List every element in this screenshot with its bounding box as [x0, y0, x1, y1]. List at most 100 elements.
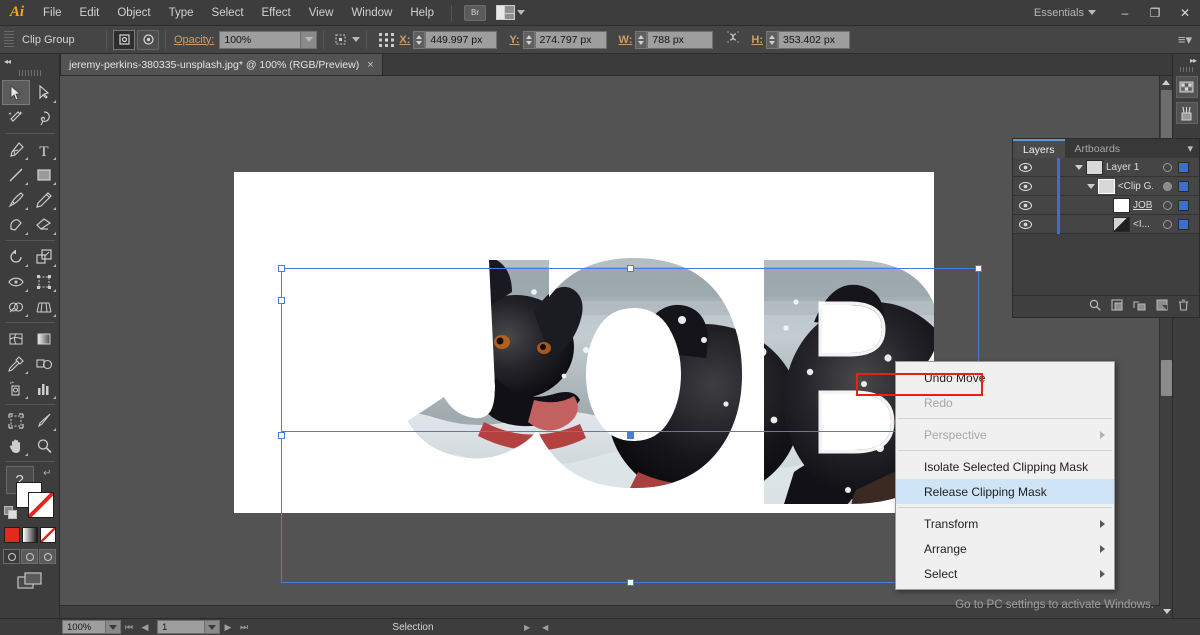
draw-normal-button[interactable]: [3, 549, 20, 564]
last-artboard-button[interactable]: ⏭: [236, 622, 252, 633]
zoom-level-input[interactable]: 100%: [62, 620, 106, 634]
rotate-tool[interactable]: [2, 244, 30, 269]
target-circle-icon[interactable]: [1163, 182, 1172, 191]
width-tool[interactable]: [2, 269, 30, 294]
column-graph-tool[interactable]: [30, 376, 58, 401]
status-text[interactable]: Selection: [308, 622, 518, 633]
blob-brush-tool[interactable]: [2, 212, 30, 237]
y-coordinate-input[interactable]: 274.797 px: [535, 31, 607, 49]
artboard[interactable]: [234, 172, 934, 513]
collapse-panel-icon[interactable]: ◂◂: [4, 57, 10, 66]
selection-handle-tr[interactable]: [975, 265, 982, 272]
new-sublayer-icon[interactable]: [1133, 299, 1146, 314]
target-circle-icon[interactable]: [1163, 201, 1172, 210]
panel-menu-icon[interactable]: ▾: [1181, 139, 1199, 158]
constrain-proportions-button[interactable]: [725, 29, 741, 50]
eraser-tool[interactable]: [30, 212, 58, 237]
free-transform-tool[interactable]: [30, 269, 58, 294]
blend-tool[interactable]: [30, 351, 58, 376]
clipped-artwork-job[interactable]: [234, 172, 934, 513]
layer-body[interactable]: JOB: [1060, 198, 1153, 213]
layer-row[interactable]: <Clip G...: [1013, 177, 1199, 196]
menu-effect[interactable]: Effect: [253, 0, 300, 26]
opacity-input[interactable]: 100%: [219, 31, 301, 49]
scroll-down-button[interactable]: [1160, 605, 1173, 618]
pen-tool[interactable]: [2, 137, 30, 162]
width-stepper[interactable]: [635, 31, 647, 49]
reference-point-selector[interactable]: [373, 30, 399, 50]
vertical-scroll-thumb[interactable]: [1161, 360, 1172, 396]
minimize-button[interactable]: –: [1110, 3, 1140, 23]
mesh-tool[interactable]: [2, 326, 30, 351]
workspace-switcher-label[interactable]: Essentials: [1034, 7, 1084, 19]
layer-body[interactable]: <I...: [1060, 217, 1153, 232]
brushes-panel-button[interactable]: [1176, 102, 1198, 124]
draw-behind-button[interactable]: [21, 549, 38, 564]
control-bar-grip[interactable]: [4, 31, 14, 49]
screen-mode-button[interactable]: [0, 572, 59, 590]
new-layer-icon[interactable]: [1156, 299, 1168, 314]
visibility-eye-icon[interactable]: [1013, 220, 1037, 229]
shape-builder-tool[interactable]: [2, 294, 30, 319]
hand-tool[interactable]: [2, 433, 30, 458]
menu-edit[interactable]: Edit: [71, 0, 109, 26]
artboard-tool[interactable]: [2, 408, 30, 433]
layer-body[interactable]: <Clip G...: [1060, 179, 1153, 194]
gradient-swatch-button[interactable]: [22, 527, 38, 543]
artboard-number-input[interactable]: 1: [157, 620, 205, 634]
menu-type[interactable]: Type: [160, 0, 203, 26]
target-circle-icon[interactable]: [1163, 220, 1172, 229]
perspective-grid-tool[interactable]: [30, 294, 58, 319]
visibility-eye-icon[interactable]: [1013, 163, 1037, 172]
layer-row[interactable]: <I...: [1013, 215, 1199, 234]
layer-body[interactable]: Layer 1: [1060, 160, 1153, 175]
menu-file[interactable]: File: [34, 0, 71, 26]
slice-tool[interactable]: [30, 408, 58, 433]
paintbrush-tool[interactable]: [2, 187, 30, 212]
layer-row[interactable]: Layer 1: [1013, 158, 1199, 177]
default-fill-stroke-icon[interactable]: [4, 506, 17, 519]
none-swatch-button[interactable]: [40, 527, 56, 543]
height-stepper[interactable]: [766, 31, 778, 49]
draw-inside-button[interactable]: [39, 549, 56, 564]
layer-name[interactable]: <I...: [1133, 219, 1150, 230]
target-circle-icon[interactable]: [1163, 163, 1172, 172]
swatches-panel-button[interactable]: [1176, 76, 1198, 98]
visibility-eye-icon[interactable]: [1013, 182, 1037, 191]
isolate-selected-object-button[interactable]: [113, 30, 135, 50]
scale-tool[interactable]: [30, 244, 58, 269]
direct-selection-tool[interactable]: [30, 80, 58, 105]
edit-clipping-path-button[interactable]: [137, 30, 159, 50]
control-bar-overflow-menu[interactable]: ≡▾: [1178, 32, 1192, 48]
bridge-button[interactable]: Br: [464, 5, 486, 21]
context-menu-item-transform[interactable]: Transform: [896, 511, 1114, 536]
zoom-tool[interactable]: [30, 433, 58, 458]
previous-artboard-button[interactable]: ◀: [137, 622, 153, 633]
context-menu[interactable]: Undo Move Redo Perspective Isolate Selec…: [895, 361, 1115, 590]
make-mask-icon[interactable]: [1111, 299, 1123, 314]
opacity-label[interactable]: Opacity:: [174, 34, 214, 46]
delete-layer-icon[interactable]: [1178, 299, 1189, 314]
context-menu-item-arrange[interactable]: Arrange: [896, 536, 1114, 561]
opacity-dropdown-icon[interactable]: [301, 31, 317, 49]
tools-panel-grip[interactable]: [19, 70, 41, 76]
zoom-dropdown-icon[interactable]: [106, 620, 121, 634]
first-artboard-button[interactable]: ⏮: [121, 622, 137, 633]
menu-help[interactable]: Help: [401, 0, 443, 26]
menu-view[interactable]: View: [300, 0, 343, 26]
color-swatch-button[interactable]: [4, 527, 20, 543]
layer-name[interactable]: Layer 1: [1106, 162, 1139, 173]
selection-indicator[interactable]: [1178, 219, 1189, 230]
lasso-tool[interactable]: [30, 105, 58, 130]
selection-indicator[interactable]: [1178, 181, 1189, 192]
magic-wand-tool[interactable]: [2, 105, 30, 130]
tab-layers[interactable]: Layers: [1013, 139, 1065, 158]
next-artboard-button[interactable]: ▶: [220, 622, 236, 633]
expand-panels-icon[interactable]: ▸▸: [1173, 54, 1200, 65]
close-button[interactable]: ✕: [1170, 3, 1200, 23]
workspace-chevron-down-icon[interactable]: [1088, 10, 1096, 15]
layer-name[interactable]: <Clip G...: [1118, 181, 1153, 192]
canvas-area[interactable]: Undo Move Redo Perspective Isolate Selec…: [60, 76, 1160, 618]
height-input[interactable]: 353.402 px: [778, 31, 850, 49]
gradient-tool[interactable]: [30, 326, 58, 351]
